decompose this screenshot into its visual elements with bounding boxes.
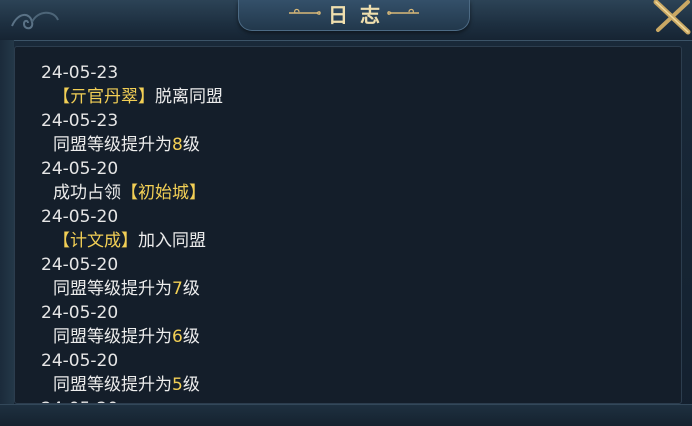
log-date: 24-05-20: [41, 255, 119, 275]
title-plate: 日志: [238, 0, 470, 31]
log-entry: 24-05-20 同盟等级提升为6级: [41, 301, 661, 349]
cloud-ornament-icon: [8, 2, 68, 36]
log-date: 24-05-23: [41, 111, 119, 131]
log-entry: 24-05-23 【亓官丹翠】脱离同盟: [41, 61, 661, 109]
log-message: 【亓官丹翠】脱离同盟: [53, 87, 223, 107]
log-message: 同盟等级提升为5级: [53, 375, 200, 395]
log-message: 同盟等级提升为7级: [53, 279, 200, 299]
log-entry: 24-05-23 同盟等级提升为8级: [41, 109, 661, 157]
window-title: 日志: [328, 3, 392, 27]
log-entry: 24-05-20 同盟等级提升为5级: [41, 349, 661, 397]
log-date: 24-05-20: [41, 159, 119, 179]
log-date: 24-05-23: [41, 63, 119, 83]
bottom-bar: [0, 404, 692, 426]
header-bar: 日志: [0, 0, 692, 41]
highlight-name: 【计文成】: [53, 231, 138, 251]
highlight-level: 6: [172, 327, 183, 347]
log-window: 日志 24-05-23 【亓官丹翠】脱离同盟 24-05-23 同盟等级提升为8…: [0, 0, 692, 426]
log-entry: 24-05-20 【计文成】加入同盟: [41, 205, 661, 253]
log-entry: 24-05-20 成功占领【初始城】: [41, 157, 661, 205]
log-panel[interactable]: 24-05-23 【亓官丹翠】脱离同盟 24-05-23 同盟等级提升为8级 2…: [14, 46, 682, 404]
log-date: 24-05-20: [41, 397, 661, 403]
close-button[interactable]: [648, 0, 692, 36]
log-date: 24-05-20: [41, 351, 119, 371]
highlight-city: 【初始城】: [121, 183, 206, 203]
close-x-icon: [653, 0, 691, 35]
log-message: 成功占领【初始城】: [53, 183, 206, 203]
log-message: 同盟等级提升为8级: [53, 135, 200, 155]
side-strip: [0, 40, 14, 425]
log-message: 【计文成】加入同盟: [53, 231, 206, 251]
log-entry: 24-05-20 同盟等级提升为7级: [41, 253, 661, 301]
log-message: 同盟等级提升为6级: [53, 327, 200, 347]
log-date: 24-05-20: [41, 207, 119, 227]
highlight-name: 【亓官丹翠】: [53, 87, 155, 107]
scroll-ornament-icon: [385, 6, 421, 24]
highlight-level: 5: [172, 375, 183, 395]
log-entry: 24-05-20: [41, 397, 661, 403]
highlight-level: 7: [172, 279, 183, 299]
log-date: 24-05-20: [41, 303, 119, 323]
highlight-level: 8: [172, 135, 183, 155]
log-list: 24-05-23 【亓官丹翠】脱离同盟 24-05-23 同盟等级提升为8级 2…: [41, 61, 661, 403]
